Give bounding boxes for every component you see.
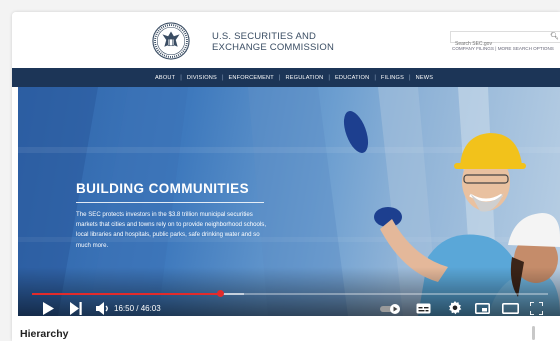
- search-icon[interactable]: 🔍︎: [550, 32, 559, 40]
- time-display: 16:50 / 46:03: [114, 304, 161, 313]
- hero-divider: [76, 202, 264, 203]
- fullscreen-icon[interactable]: [530, 302, 543, 315]
- org-name-line2: EXCHANGE COMMISSION: [212, 42, 335, 53]
- scroll-indicator[interactable]: [532, 326, 535, 340]
- subtitles-icon[interactable]: [416, 303, 431, 314]
- nav-item-regulation[interactable]: REGULATION: [280, 75, 328, 81]
- below-video-area: Hierarchy: [12, 316, 560, 341]
- org-name-line1: U.S. SECURITIES AND: [212, 31, 317, 42]
- search-links: COMPANY FILINGS | MORE SEARCH OPTIONS: [452, 46, 554, 51]
- player-controls: 16:50 / 46:03: [18, 290, 560, 316]
- volume-icon[interactable]: [96, 302, 110, 315]
- company-filings-link[interactable]: COMPANY FILINGS: [452, 46, 494, 51]
- next-video-icon[interactable]: [70, 302, 82, 315]
- autoplay-toggle-icon[interactable]: [380, 303, 402, 314]
- nav-item-enforcement[interactable]: ENFORCEMENT: [224, 75, 279, 81]
- section-heading: Hierarchy: [20, 328, 69, 340]
- progress-played: [32, 293, 221, 295]
- sec-header: U.S. SECURITIES AND EXCHANGE COMMISSION …: [12, 12, 560, 68]
- search-box: 🔍︎: [450, 31, 560, 49]
- theater-mode-icon[interactable]: [502, 303, 519, 314]
- hero-body-text: The SEC protects investors in the $3.8 t…: [76, 211, 267, 249]
- progress-bar[interactable]: [32, 290, 548, 297]
- miniplayer-icon[interactable]: [475, 303, 490, 314]
- main-nav: ABOUT | DIVISIONS | ENFORCEMENT | REGULATION | E…: [12, 68, 560, 87]
- sec-org-name[interactable]: U.S. SECURITIES AND EXCHANGE COMMISSION: [212, 31, 334, 53]
- hero-banner[interactable]: BUILDING COMMUNITIES The SEC protects in…: [18, 87, 560, 316]
- nav-item-filings[interactable]: FILINGS: [376, 75, 409, 81]
- play-icon[interactable]: [42, 302, 54, 315]
- sec-seal-logo: [152, 22, 190, 60]
- hero-headline: BUILDING COMMUNITIES: [76, 181, 249, 196]
- nav-item-divisions[interactable]: DIVISIONS: [182, 75, 222, 81]
- progress-scrubber-handle[interactable]: [217, 290, 225, 297]
- nav-item-about[interactable]: ABOUT: [150, 75, 180, 81]
- more-search-options-link[interactable]: MORE SEARCH OPTIONS: [498, 46, 554, 51]
- video-frame: U.S. SECURITIES AND EXCHANGE COMMISSION …: [12, 12, 560, 341]
- nav-item-news[interactable]: NEWS: [411, 75, 439, 81]
- settings-gear-icon[interactable]: [448, 301, 462, 315]
- nav-item-education[interactable]: EDUCATION: [330, 75, 374, 81]
- nav-items: ABOUT | DIVISIONS | ENFORCEMENT | REGULATION | E…: [150, 68, 438, 87]
